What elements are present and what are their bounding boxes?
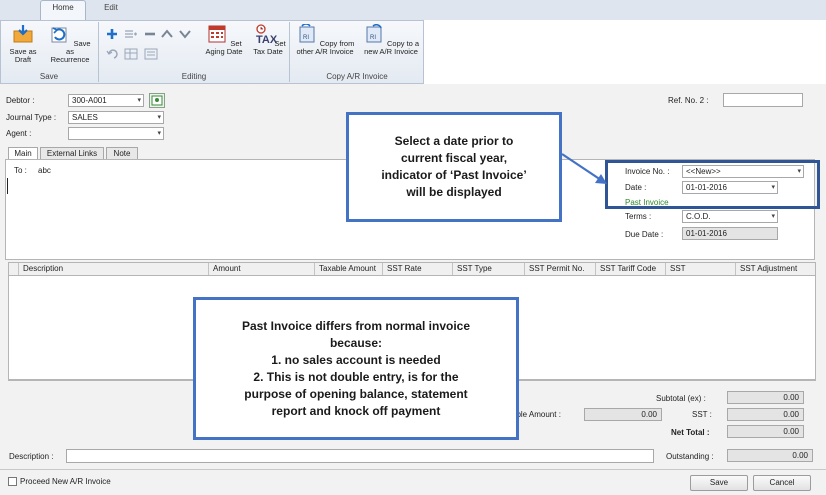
dropdown-icon[interactable]: ▾ [157,112,161,123]
column-header-sst-rate[interactable]: SST Rate [382,263,452,275]
footer-divider [0,469,826,470]
grid-header: Description Amount Taxable Amount SST Ra… [8,262,816,276]
column-header-taxable-amount[interactable]: Taxable Amount [314,263,382,275]
column-header-sst[interactable]: SST [665,263,735,275]
taxable-amount-value: 0.00 [584,408,662,421]
add-icon[interactable] [106,28,118,40]
outstanding-label: Outstanding : [666,452,714,461]
insert-row-icon[interactable] [124,28,138,40]
save-draft-label: Save as Draft [9,47,37,64]
agent-field[interactable]: ▾ [68,127,164,140]
callout-line: report and knock off payment [271,403,441,418]
save-button[interactable]: Save [690,475,748,491]
copy-to-icon: RI [366,23,382,43]
move-up-icon[interactable] [160,28,174,40]
text-cursor [7,178,8,194]
outstanding-value: 0.00 [727,449,813,462]
list-icon[interactable] [144,48,158,60]
callout-line: purpose of opening balance, statement [244,386,468,401]
checkbox-icon[interactable] [8,477,17,486]
undo-icon[interactable] [106,48,120,60]
past-invoice-callout: Past Invoice differs from normal invoice… [193,297,519,440]
terms-value: C.O.D. [686,212,711,221]
callout-line: will be displayed [406,185,502,199]
tab-edit[interactable]: Edit [96,3,126,17]
callout-line: 1. no sales account is needed [271,352,441,367]
remove-icon[interactable] [144,28,156,40]
net-total-value: 0.00 [727,425,804,438]
group-editing-label: Editing [181,72,207,81]
debtor-value: 300-A001 [72,96,107,105]
save-draft-button[interactable]: Save as Draft [4,24,42,64]
column-header-description[interactable]: Description [18,263,217,275]
tax-icon-text: TAX [256,34,278,46]
save-draft-icon [13,25,33,43]
subtotal-label: Subtotal (ex) : [656,394,706,403]
grid-icon[interactable] [124,48,138,60]
due-date-label: Due Date : [625,230,664,239]
column-header-sst-tariff-code[interactable]: SST Tariff Code [595,263,665,275]
dropdown-icon[interactable]: ▾ [771,211,775,222]
group-save-label: Save [39,72,59,81]
column-header-sst-permit-no[interactable]: SST Permit No. [524,263,595,275]
copy-from-icon: RI [299,23,315,43]
debtor-field[interactable]: 300-A001 ▾ [68,94,144,107]
description-field[interactable] [66,449,654,463]
description-label: Description : [9,452,54,461]
net-total-label: Net Total : [671,428,710,437]
highlight-box [605,160,820,209]
debtor-lookup-button[interactable] [149,93,165,108]
recurrence-icon [51,27,67,43]
debtor-label: Debtor : [6,96,35,105]
terms-label: Terms : [625,212,652,221]
subtotal-value: 0.00 [727,391,804,404]
taxable-amount-label: able Amount : [512,410,561,419]
group-copy-label: Copy A/R Invoice [326,72,388,81]
move-down-icon[interactable] [178,28,192,40]
debtor-lookup-icon [151,95,163,106]
column-header-sst-type[interactable]: SST Type [452,263,524,275]
aging-calendar-icon [208,25,226,43]
callout-line: because: [329,335,382,350]
to-value[interactable]: abc [38,166,51,175]
callout-arrow [561,153,607,184]
copy-from-other-button[interactable]: RI Copy from other A/R Invoice [291,23,359,56]
callout-line: Select a date prior to [394,134,514,148]
cancel-button[interactable]: Cancel [753,475,811,491]
date-note-callout: Select a date prior to current fiscal ye… [346,112,562,222]
callout-line: Past Invoice differs from normal invoice [241,318,471,333]
due-date-field: 01-01-2016 [682,227,778,240]
callout-line: 2. This is not double entry, is for the [253,369,459,384]
due-date-value: 01-01-2016 [686,229,727,238]
column-header-sst-adjustment[interactable]: SST Adjustment [735,263,815,275]
journal-type-field[interactable]: SALES ▾ [68,111,164,124]
svg-text:RI: RI [370,35,376,41]
callout-line: current fiscal year, [400,151,508,165]
svg-text:RI: RI [303,35,309,41]
terms-field[interactable]: C.O.D. ▾ [682,210,778,223]
set-aging-date-button[interactable]: Set Aging Date [202,24,246,56]
proceed-new-label: Proceed New A/R Invoice [20,477,111,486]
dropdown-icon[interactable]: ▾ [157,128,161,139]
tab-home[interactable]: Home [40,0,86,20]
dropdown-icon[interactable]: ▾ [137,95,141,106]
to-label: To : [14,166,27,175]
agent-label: Agent : [6,129,32,138]
set-tax-date-button[interactable]: TAX Set Tax Date [250,24,286,56]
ref-no2-field[interactable] [723,93,803,107]
journal-type-label: Journal Type : [6,113,57,122]
column-header-amount[interactable]: Amount [208,263,314,275]
copy-to-new-button[interactable]: RI Copy to a new A/R Invoice [360,23,422,56]
sst-label: SST : [692,410,712,419]
save-recurrence-button[interactable]: Save as Recurrence [46,24,94,64]
journal-type-value: SALES [72,113,98,122]
ref-no2-label: Ref. No. 2 : [668,96,709,105]
sst-value: 0.00 [727,408,804,421]
callout-line: indicator of ‘Past Invoice’ [381,168,527,182]
